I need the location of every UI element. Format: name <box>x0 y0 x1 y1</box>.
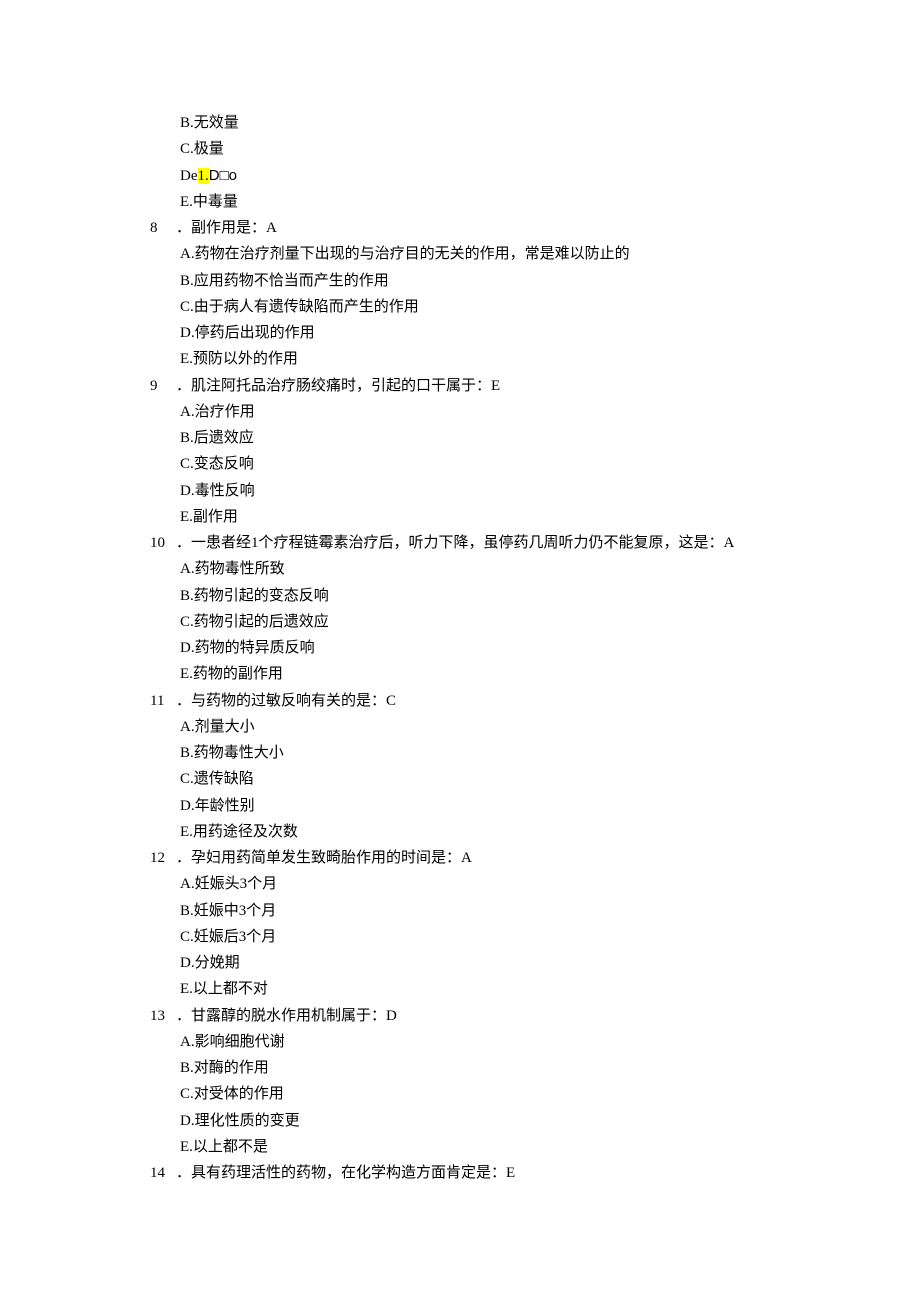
question-10: 10．一患者经1个疗程链霉素治疗后，听力下降，虽停药几周听力仍不能复原，这是：A… <box>150 530 800 688</box>
option-c: C.对受体的作用 <box>180 1081 800 1107</box>
option-d: D.毒性反响 <box>180 478 800 504</box>
option-e: E.副作用 <box>180 504 800 530</box>
question-12: 12．孕妇用药简单发生致畸胎作用的时间是：A A.妊娠头3个月 B.妊娠中3个月… <box>150 845 800 1003</box>
option-c: C.变态反响 <box>180 451 800 477</box>
option-d: D.停药后出现的作用 <box>180 320 800 346</box>
option-c: C.遗传缺陷 <box>180 766 800 792</box>
options: A.影响细胞代谢 B.对酶的作用 C.对受体的作用 D.理化性质的变更 E.以上… <box>150 1029 800 1160</box>
option-b: B.无效量 <box>180 110 800 136</box>
question-number: 11 <box>150 688 176 714</box>
option-b: B.妊娠中3个月 <box>180 898 800 924</box>
options: A.妊娠头3个月 B.妊娠中3个月 C.妊娠后3个月 D.分娩期 E.以上都不对 <box>150 871 800 1002</box>
question-stem: 11．与药物的过敏反响有关的是：C <box>150 688 800 714</box>
question-8: 8．副作用是：A A.药物在治疗剂量下出现的与治疗目的无关的作用，常是难以防止的… <box>150 215 800 373</box>
question-text: ．一患者经1个疗程链霉素治疗后，听力下降，虽停药几周听力仍不能复原，这是：A <box>176 535 734 551</box>
partial-question-7-options: B.无效量 C.极量 De1.D□o E.中毒量 <box>150 110 800 215</box>
question-text: ．具有药理活性的药物，在化学构造方面肯定是：E <box>176 1165 515 1181</box>
option-d-prefix: De <box>180 168 198 184</box>
question-stem: 10．一患者经1个疗程链霉素治疗后，听力下降，虽停药几周听力仍不能复原，这是：A <box>150 530 800 556</box>
option-d: D.理化性质的变更 <box>180 1108 800 1134</box>
option-c: C.妊娠后3个月 <box>180 924 800 950</box>
question-13: 13．甘露醇的脱水作用机制属于：D A.影响细胞代谢 B.对酶的作用 C.对受体… <box>150 1003 800 1161</box>
option-a: A.治疗作用 <box>180 399 800 425</box>
option-c: C.由于病人有遗传缺陷而产生的作用 <box>180 294 800 320</box>
option-a: A.药物毒性所致 <box>180 556 800 582</box>
option-a: A.剂量大小 <box>180 714 800 740</box>
option-b: B.应用药物不恰当而产生的作用 <box>180 268 800 294</box>
question-11: 11．与药物的过敏反响有关的是：C A.剂量大小 B.药物毒性大小 C.遗传缺陷… <box>150 688 800 846</box>
option-e: E.药物的副作用 <box>180 661 800 687</box>
options: A.剂量大小 B.药物毒性大小 C.遗传缺陷 D.年龄性别 E.用药途径及次数 <box>150 714 800 845</box>
question-number: 9 <box>150 373 176 399</box>
question-stem: 14．具有药理活性的药物，在化学构造方面肯定是：E <box>150 1160 800 1186</box>
question-9: 9．肌注阿托品治疗肠绞痛时，引起的口干属于：E A.治疗作用 B.后遗效应 C.… <box>150 373 800 531</box>
question-number: 12 <box>150 845 176 871</box>
option-a: A.影响细胞代谢 <box>180 1029 800 1055</box>
option-b: B.后遗效应 <box>180 425 800 451</box>
options: A.药物在治疗剂量下出现的与治疗目的无关的作用，常是难以防止的 B.应用药物不恰… <box>150 241 800 372</box>
option-d: De1.D□o <box>180 163 800 189</box>
option-e: E.预防以外的作用 <box>180 346 800 372</box>
option-e: E.以上都不是 <box>180 1134 800 1160</box>
question-stem: 8．副作用是：A <box>150 215 800 241</box>
question-stem: 13．甘露醇的脱水作用机制属于：D <box>150 1003 800 1029</box>
question-stem: 9．肌注阿托品治疗肠绞痛时，引起的口干属于：E <box>150 373 800 399</box>
option-b: B.对酶的作用 <box>180 1055 800 1081</box>
option-c: C.极量 <box>180 136 800 162</box>
option-b: B.药物引起的变态反响 <box>180 583 800 609</box>
option-d: D.年龄性别 <box>180 793 800 819</box>
option-a: A.妊娠头3个月 <box>180 871 800 897</box>
options: A.药物毒性所致 B.药物引起的变态反响 C.药物引起的后遗效应 D.药物的特异… <box>150 556 800 687</box>
question-number: 8 <box>150 215 176 241</box>
question-stem: 12．孕妇用药简单发生致畸胎作用的时间是：A <box>150 845 800 871</box>
option-d: D.分娩期 <box>180 950 800 976</box>
option-d: D.药物的特异质反响 <box>180 635 800 661</box>
question-14: 14．具有药理活性的药物，在化学构造方面肯定是：E <box>150 1160 800 1186</box>
question-text: ．肌注阿托品治疗肠绞痛时，引起的口干属于：E <box>176 378 500 394</box>
option-d-suffix: D□o <box>209 167 237 184</box>
option-e: E.以上都不对 <box>180 976 800 1002</box>
option-e: E.用药途径及次数 <box>180 819 800 845</box>
document-page: B.无效量 C.极量 De1.D□o E.中毒量 8．副作用是：A A.药物在治… <box>0 0 920 1266</box>
option-b: B.药物毒性大小 <box>180 740 800 766</box>
question-text: ．孕妇用药简单发生致畸胎作用的时间是：A <box>176 850 472 866</box>
highlighted-text: 1. <box>198 168 209 184</box>
option-a: A.药物在治疗剂量下出现的与治疗目的无关的作用，常是难以防止的 <box>180 241 800 267</box>
question-text: ．副作用是：A <box>176 220 277 236</box>
question-text: ．甘露醇的脱水作用机制属于：D <box>176 1008 397 1024</box>
option-c: C.药物引起的后遗效应 <box>180 609 800 635</box>
question-text: ．与药物的过敏反响有关的是：C <box>176 693 396 709</box>
option-e: E.中毒量 <box>180 189 800 215</box>
question-number: 10 <box>150 530 176 556</box>
question-number: 13 <box>150 1003 176 1029</box>
question-number: 14 <box>150 1160 176 1186</box>
options: A.治疗作用 B.后遗效应 C.变态反响 D.毒性反响 E.副作用 <box>150 399 800 530</box>
